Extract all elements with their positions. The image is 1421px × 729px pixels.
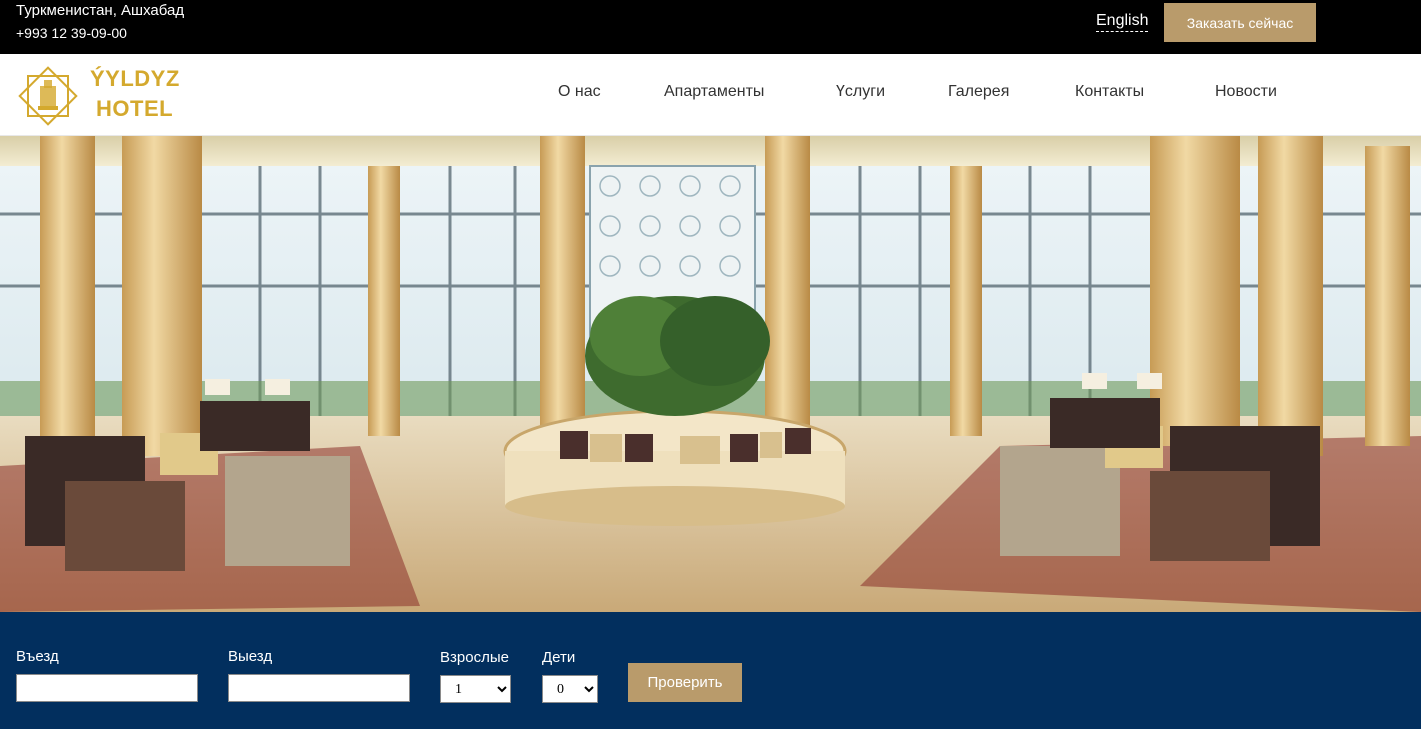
brand-line-2: HOTEL — [96, 96, 174, 121]
nav-item-about[interactable]: О нас — [558, 83, 601, 101]
checkout-input[interactable] — [228, 674, 410, 702]
site-header: ÝYLDYZ HOTEL О нас Апартаменты Үслуги Га… — [0, 54, 1421, 136]
top-bar: Туркменистан, Ашхабад +993 12 39-09-00 E… — [0, 0, 1421, 54]
check-availability-button[interactable]: Проверить — [628, 663, 742, 702]
book-now-button[interactable]: Заказать сейчас — [1164, 3, 1316, 42]
adults-select[interactable]: 1 — [440, 675, 511, 703]
hero-image — [0, 136, 1421, 612]
booking-form: Въезд Выезд Взрослые 1 Дети 0 Проверить — [0, 612, 1421, 729]
adults-label: Взрослые — [440, 649, 509, 666]
phone-number[interactable]: +993 12 39-09-00 — [16, 25, 127, 41]
checkin-input[interactable] — [16, 674, 198, 702]
language-link[interactable]: English — [1096, 12, 1149, 32]
nav-item-news[interactable]: Новости — [1215, 83, 1277, 101]
children-label: Дети — [542, 649, 576, 666]
nav-item-services[interactable]: Үслуги — [836, 83, 885, 101]
nav-item-gallery[interactable]: Галерея — [948, 83, 1009, 101]
checkin-label: Въезд — [16, 648, 59, 665]
nav-item-contacts[interactable]: Контакты — [1075, 83, 1144, 101]
children-select[interactable]: 0 — [542, 675, 598, 703]
checkout-label: Выезд — [228, 648, 273, 665]
brand-line-1: ÝYLDYZ — [90, 66, 180, 91]
location-text: Туркменистан, Ашхабад — [16, 2, 185, 19]
nav-item-apartments[interactable]: Апартаменты — [664, 83, 764, 101]
star-emblem-icon[interactable] — [16, 64, 80, 128]
brand-name[interactable]: ÝYLDYZ HOTEL — [90, 64, 180, 124]
